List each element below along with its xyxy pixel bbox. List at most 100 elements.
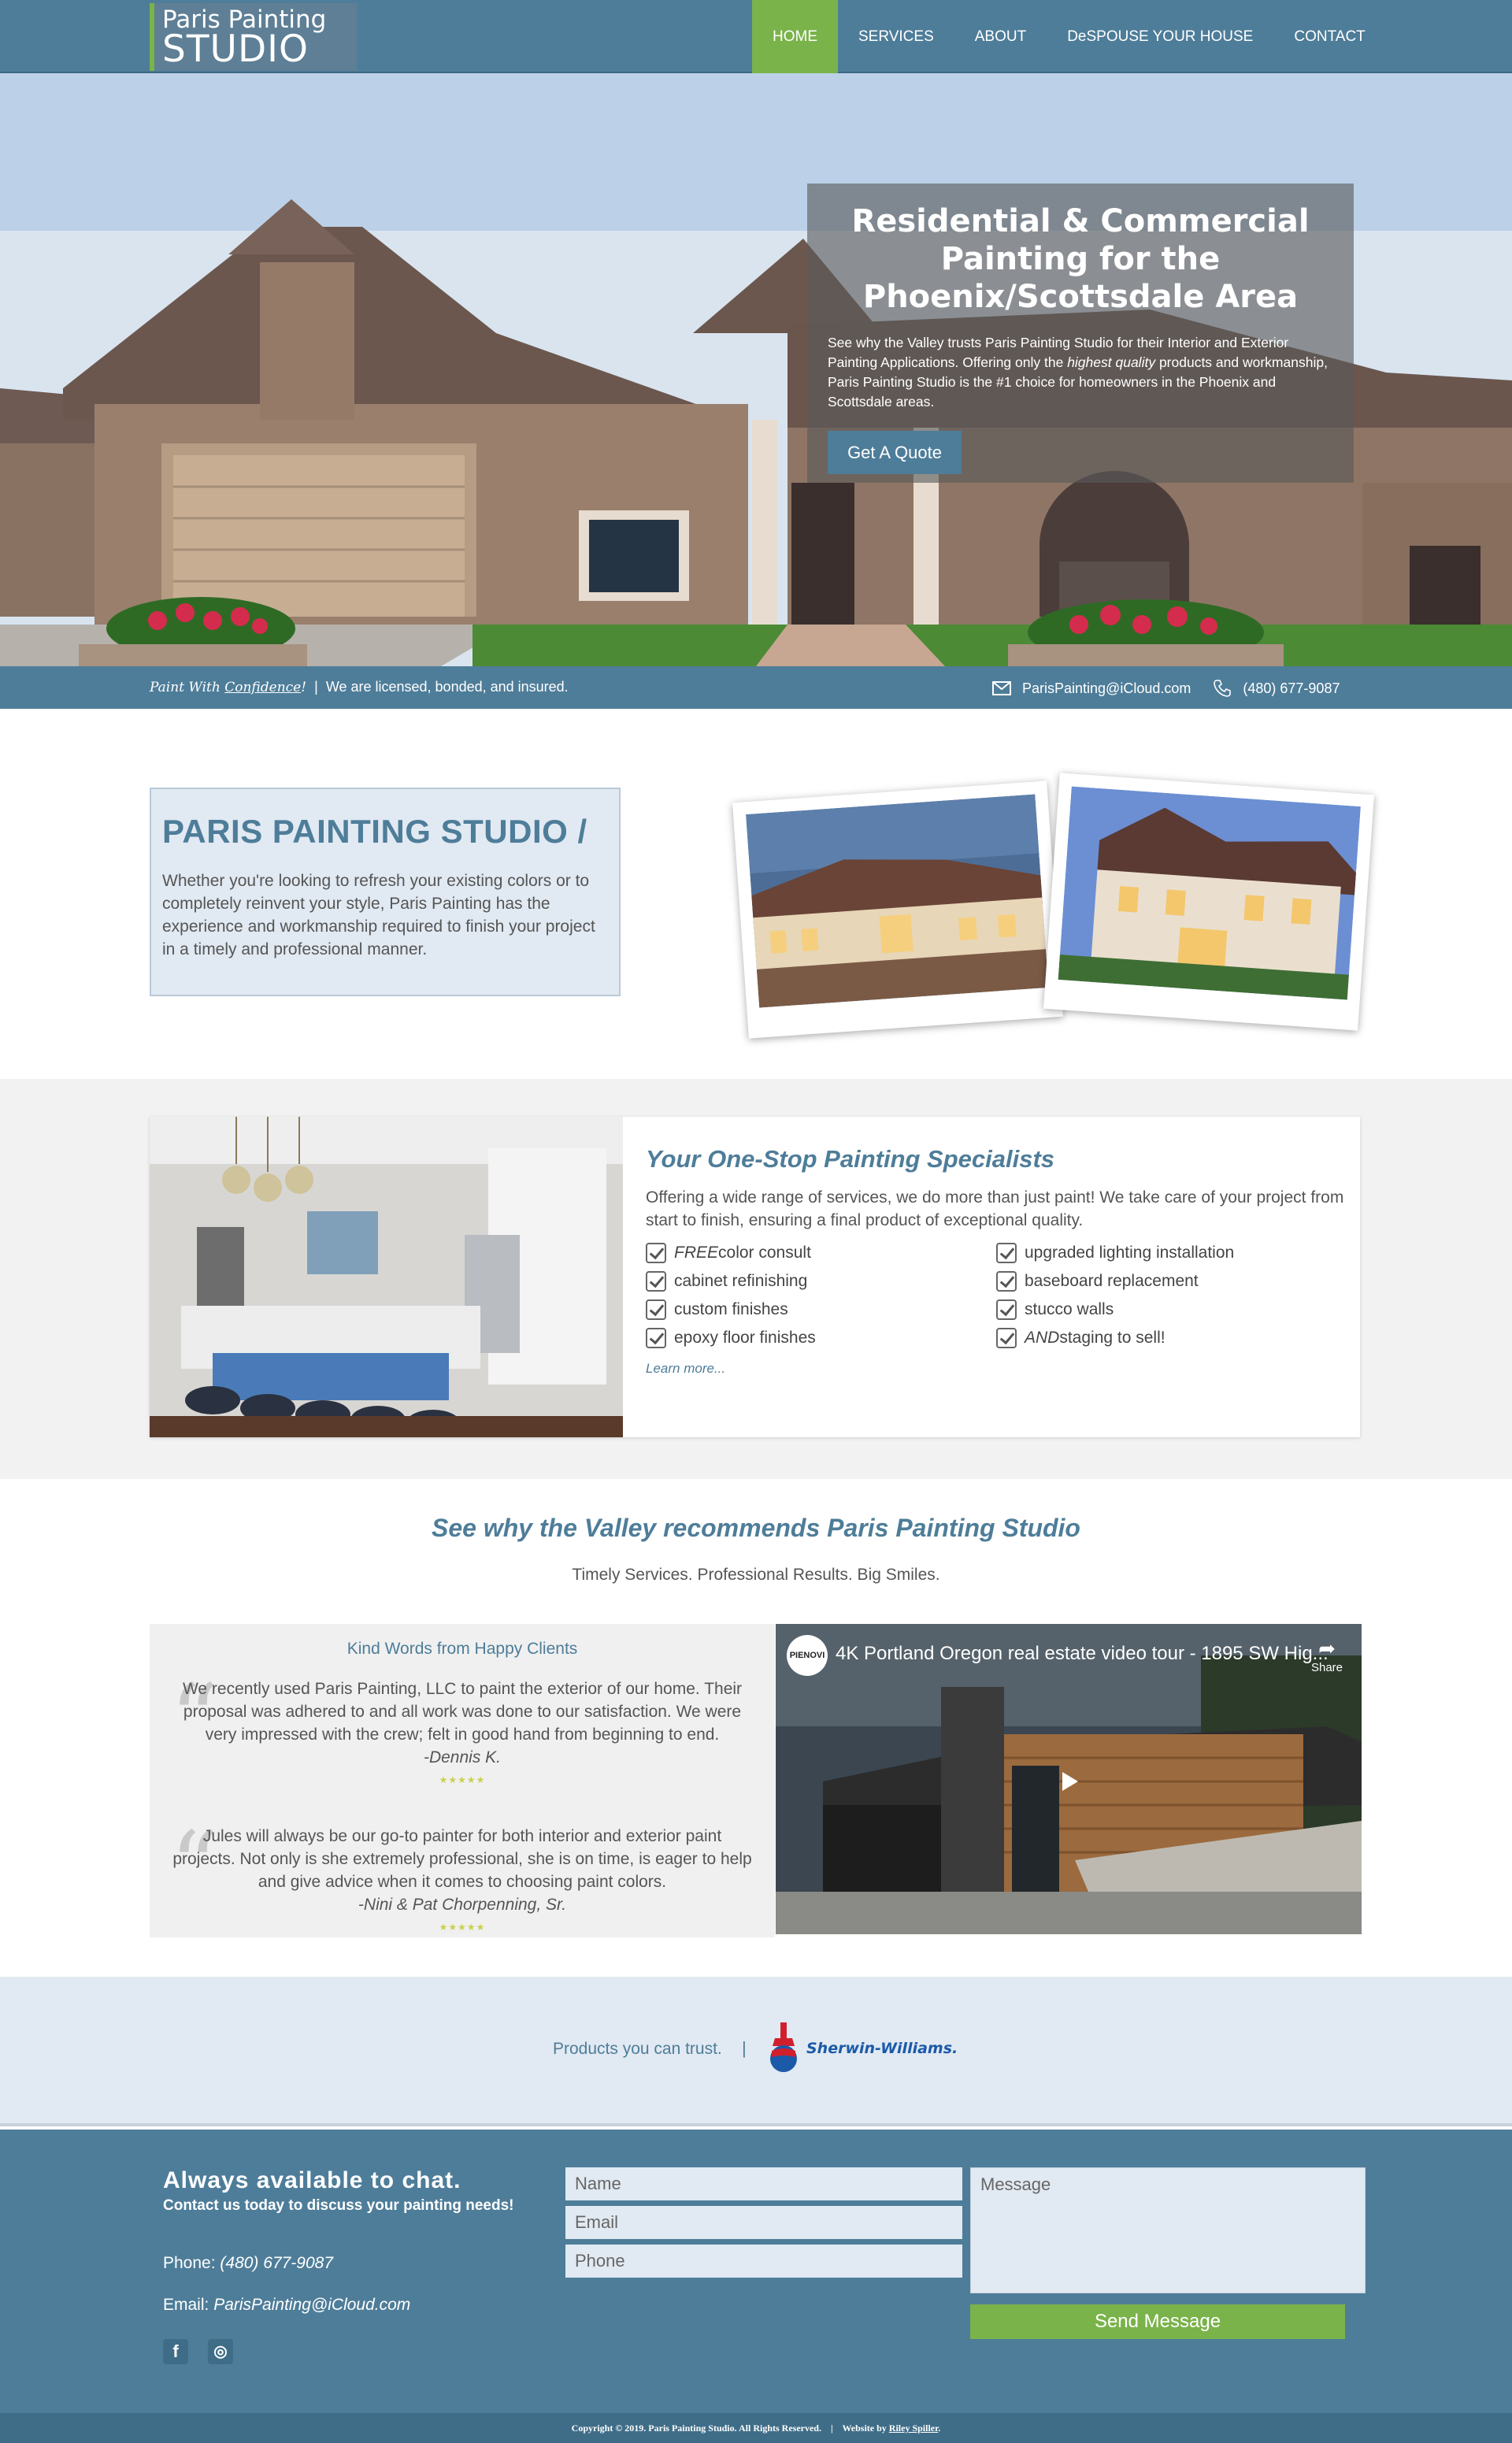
share-icon: ➦	[1318, 1637, 1336, 1660]
service-label: custom finishes	[674, 1300, 788, 1318]
hero-text-emphasis: highest quality	[1067, 354, 1156, 370]
name-input[interactable]	[565, 2167, 962, 2200]
instagram-icon[interactable]: ◎	[208, 2339, 233, 2364]
checkbox-icon	[996, 1328, 1017, 1348]
learn-more-link[interactable]: Learn more...	[646, 1361, 1347, 1377]
message-textarea[interactable]	[970, 2167, 1366, 2293]
nav-contact[interactable]: CONTACT	[1273, 0, 1385, 73]
service-item: stucco walls	[996, 1298, 1347, 1322]
testimonial-author: -Dennis K.	[423, 1748, 502, 1766]
service-emphasis: FREE	[674, 1244, 719, 1262]
contact-email: Email: ParisPainting@iCloud.com	[163, 2296, 410, 2315]
share-label: Share	[1310, 1661, 1343, 1674]
testimonial: “ Jules will always be our go-to painter…	[170, 1820, 754, 1939]
about-card: PARIS PAINTING STUDIO / Whether you're l…	[150, 788, 621, 996]
video-title[interactable]: 4K Portland Oregon real estate video tou…	[836, 1643, 1329, 1665]
send-message-button[interactable]: Send Message	[970, 2304, 1345, 2339]
sherwin-williams-text: Sherwin-Williams.	[806, 2040, 958, 2057]
service-label: cabinet refinishing	[674, 1272, 808, 1290]
services-checklist: FREE color consult upgraded lighting ins…	[646, 1241, 1347, 1350]
tagline-confidence: Confidence	[224, 680, 302, 695]
contact-heading: Always available to chat.	[163, 2167, 461, 2193]
main-menu: HOME SERVICES ABOUT DeSPOUSE YOUR HOUSE …	[752, 0, 1386, 73]
service-emphasis: AND	[1025, 1329, 1060, 1347]
info-bar: Paint With Confidence! | We are licensed…	[0, 666, 1512, 709]
checkbox-icon	[646, 1299, 666, 1320]
channel-avatar[interactable]: PIENOVI	[787, 1635, 828, 1676]
service-label: baseboard replacement	[1025, 1272, 1199, 1290]
service-label: epoxy floor finishes	[674, 1329, 816, 1347]
credit-link[interactable]: Riley Spiller	[889, 2423, 939, 2434]
checkbox-icon	[996, 1243, 1017, 1263]
rating-stars: ★★★★★	[439, 1774, 486, 1785]
service-label: stucco walls	[1025, 1300, 1114, 1318]
email-link[interactable]: ParisPainting@iCloud.com	[213, 2296, 410, 2314]
info-bar-contact: ParisPainting@iCloud.com (480) 677-9087	[992, 679, 1362, 698]
testimonials-panel: Kind Words from Happy Clients “ We recen…	[150, 1624, 775, 1937]
nav-about[interactable]: ABOUT	[954, 0, 1047, 73]
house-photo-1	[746, 794, 1049, 1008]
credit-prefix: Website by	[842, 2423, 889, 2434]
email-input[interactable]	[565, 2206, 962, 2239]
tagline: Paint With Confidence!	[150, 680, 306, 695]
credit-suffix: .	[938, 2423, 941, 2434]
testimonial: “ We recently used Paris Painting, LLC t…	[170, 1673, 754, 1792]
nav-despouse-your-house[interactable]: DeSPOUSE YOUR HOUSE	[1047, 0, 1273, 73]
about-body: Whether you're looking to refresh your e…	[162, 872, 595, 958]
facebook-icon[interactable]: f	[163, 2339, 188, 2364]
products-text: Products you can trust.	[553, 2040, 722, 2058]
contact-phone: Phone: (480) 677-9087	[163, 2254, 333, 2273]
top-navigation: Paris Painting STUDIO HOME SERVICES ABOU…	[0, 0, 1512, 73]
paint-globe-icon	[770, 2022, 797, 2072]
get-a-quote-button[interactable]: Get A Quote	[828, 431, 962, 474]
email-label: Email:	[163, 2296, 214, 2314]
house-photo-2	[1058, 786, 1361, 1000]
checkbox-icon	[996, 1299, 1017, 1320]
licensed-text: We are licensed, bonded, and insured.	[325, 679, 569, 695]
products-band: Products you can trust. | Sherwin-Willia…	[0, 1977, 1512, 2126]
contact-section: Always available to chat. Contact us tod…	[0, 2130, 1512, 2413]
testimonials-heading: Kind Words from Happy Clients	[346, 1640, 578, 1658]
phone-input[interactable]	[565, 2245, 962, 2278]
copyright-text: Copyright © 2019. Paris Painting Studio.…	[571, 2423, 821, 2434]
rating-stars: ★★★★★	[439, 1922, 486, 1933]
service-label: color consult	[718, 1244, 811, 1262]
phone-icon	[1214, 680, 1232, 697]
testimonial-text: We recently used Paris Painting, LLC to …	[182, 1680, 743, 1744]
nav-services[interactable]: SERVICES	[838, 0, 954, 73]
phone-label: Phone:	[163, 2254, 220, 2272]
service-label: upgraded lighting installation	[1025, 1244, 1235, 1262]
tagline-prefix: Paint With	[150, 680, 225, 695]
tagline-divider: |	[314, 679, 318, 695]
share-button[interactable]: ➦ Share	[1311, 1637, 1343, 1674]
hero-overlay: Residential & Commercial Painting for th…	[807, 184, 1354, 483]
contact-subheading: Contact us today to discuss your paintin…	[163, 2197, 514, 2214]
site-footer: Copyright © 2019. Paris Painting Studio.…	[0, 2413, 1512, 2443]
photo-polaroid-2	[1043, 773, 1374, 1031]
video-embed[interactable]: PIENOVI 4K Portland Oregon real estate v…	[776, 1624, 1362, 1934]
service-item: epoxy floor finishes	[646, 1326, 996, 1350]
header-email-link[interactable]: ParisPainting@iCloud.com	[1022, 680, 1191, 697]
hero-description: See why the Valley trusts Paris Painting…	[828, 333, 1333, 412]
checkbox-icon	[646, 1243, 666, 1263]
tagline-suffix: !	[301, 680, 307, 695]
play-icon[interactable]	[1053, 1766, 1084, 1797]
site-logo[interactable]: Paris Painting STUDIO	[150, 3, 357, 71]
service-item: upgraded lighting installation	[996, 1241, 1347, 1265]
sherwin-williams-logo[interactable]: Sherwin-Williams.	[769, 2022, 958, 2074]
testimonial-text: Jules will always be our go-to painter f…	[172, 1827, 752, 1891]
envelope-icon	[992, 681, 1011, 695]
kitchen-photo	[150, 1117, 623, 1437]
checkbox-icon	[996, 1271, 1017, 1292]
services-intro: Offering a wide range of services, we do…	[646, 1188, 1344, 1229]
products-divider: |	[742, 2038, 747, 2058]
info-bar-left: Paint With Confidence! | We are licensed…	[150, 679, 569, 695]
phone-link[interactable]: (480) 677-9087	[220, 2254, 333, 2272]
checkbox-icon	[646, 1328, 666, 1348]
nav-home[interactable]: HOME	[752, 0, 838, 73]
service-item: FREE color consult	[646, 1241, 996, 1265]
header-phone-link[interactable]: (480) 677-9087	[1243, 680, 1340, 697]
service-item: baseboard replacement	[996, 1270, 1347, 1293]
hero-title: Residential & Commercial Painting for th…	[851, 203, 1310, 315]
testimonial-author: -Nini & Pat Chorpenning, Sr.	[358, 1896, 567, 1914]
